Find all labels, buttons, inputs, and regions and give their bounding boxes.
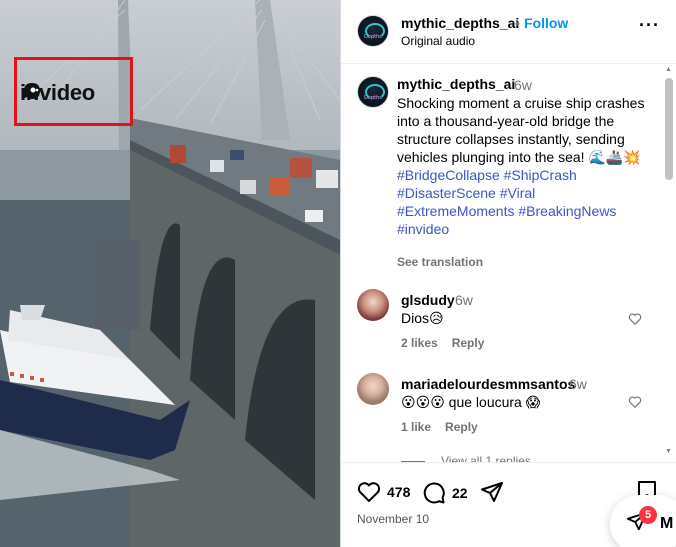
audio-label[interactable]: Original audio (401, 34, 475, 48)
comment-avatar[interactable] (357, 289, 389, 321)
comment-reply-button[interactable]: Reply (445, 420, 478, 434)
heart-icon[interactable] (357, 481, 381, 503)
share-action[interactable] (480, 481, 504, 503)
view-replies-button[interactable]: View all 1 replies (401, 454, 531, 462)
see-translation-link[interactable]: See translation (397, 255, 483, 269)
avatar-text: Depths (364, 95, 382, 101)
view-replies-label: View all 1 replies (441, 454, 531, 462)
post-panel: Depths mythic_depths_ai • Follow Origina… (340, 0, 676, 547)
comment-username[interactable]: mariadelourdesmmsantos (401, 376, 575, 392)
comment-like-heart-icon[interactable] (628, 312, 642, 326)
caption-username[interactable]: mythic_depths_ai (397, 76, 515, 92)
share-icon[interactable] (480, 481, 504, 503)
avatar-text: Depths (364, 34, 382, 40)
author-avatar[interactable]: Depths (357, 15, 389, 47)
comment-time[interactable]: 6w (455, 292, 473, 308)
comment-action[interactable]: 22 (422, 481, 468, 505)
comment-time[interactable]: 6w (569, 376, 587, 392)
hashtag[interactable]: #BridgeCollapse (397, 167, 500, 183)
more-options-icon[interactable]: ··· (639, 16, 660, 34)
post-media[interactable]: invideo (0, 0, 340, 547)
comment-like-heart-icon[interactable] (628, 395, 642, 409)
caption-avatar[interactable]: Depths (357, 76, 389, 108)
like-action[interactable]: 478 (357, 481, 410, 503)
follow-button[interactable]: Follow (524, 15, 568, 31)
invideo-watermark: invideo (20, 80, 95, 106)
hashtag[interactable]: #ShipCrash (504, 167, 577, 183)
scrollbar-thumb[interactable] (665, 78, 673, 180)
comment-text: Dios😥 (401, 310, 444, 326)
caption-text-block: Shocking moment a cruise ship crashes in… (397, 94, 655, 238)
comment-meta: 1 like Reply (401, 420, 478, 434)
post-date[interactable]: November 10 (357, 512, 429, 526)
hashtag[interactable]: #BreakingNews (518, 203, 616, 219)
comments-section[interactable]: Depths mythic_depths_ai 6w Shocking mome… (341, 64, 676, 462)
separator-dot: • (515, 15, 520, 31)
post-header: Depths mythic_depths_ai • Follow Origina… (341, 0, 676, 64)
likes-count[interactable]: 478 (387, 484, 410, 500)
caption-time[interactable]: 6w (514, 77, 532, 93)
comment-likes[interactable]: 1 like (401, 420, 431, 434)
comment-text: 😮😮😮 que loucura 😱 (401, 394, 541, 410)
hashtags: #BridgeCollapse #ShipCrash #DisasterScen… (397, 167, 616, 237)
comment-reply-button[interactable]: Reply (452, 336, 485, 350)
hashtag[interactable]: #Viral (500, 185, 536, 201)
scroll-down-arrow-icon[interactable]: ▼ (665, 448, 672, 455)
invideo-logo-icon (22, 83, 40, 99)
comment-meta: 2 likes Reply (401, 336, 484, 350)
scroll-up-arrow-icon[interactable]: ▲ (665, 66, 672, 73)
comment-icon[interactable] (422, 481, 446, 505)
author-username[interactable]: mythic_depths_ai (401, 15, 519, 31)
hashtag[interactable]: #DisasterScene (397, 185, 496, 201)
caption-text: Shocking moment a cruise ship crashes in… (397, 95, 645, 165)
comment-avatar[interactable] (357, 373, 389, 405)
messages-label[interactable]: M (660, 515, 673, 533)
comment-username[interactable]: glsdudy (401, 292, 455, 308)
hashtag[interactable]: #ExtremeMoments (397, 203, 514, 219)
hashtag[interactable]: #invideo (397, 221, 449, 237)
messages-badge: 5 (639, 506, 657, 524)
comment-likes[interactable]: 2 likes (401, 336, 438, 350)
comments-count[interactable]: 22 (452, 485, 468, 501)
